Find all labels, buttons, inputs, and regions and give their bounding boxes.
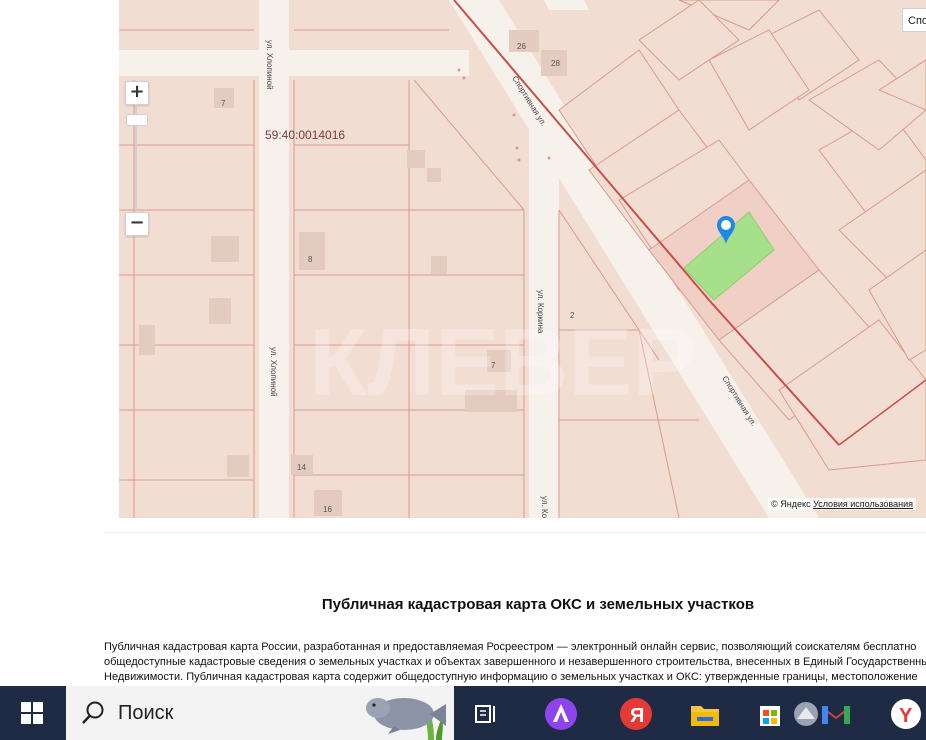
house-number: 14: [297, 463, 306, 472]
zoom-slider-thumb[interactable]: [126, 114, 148, 126]
house-number: 26: [517, 42, 526, 51]
house-number: 2: [570, 311, 575, 320]
terms-link[interactable]: Условия использования: [813, 499, 913, 509]
street-label: ул. Хлопиной: [269, 347, 278, 397]
copyright-text: © Яндекс: [771, 499, 811, 509]
zoom-out-button[interactable]: −: [125, 212, 149, 236]
house-number: 7: [221, 99, 226, 108]
manatee-art-icon: [366, 698, 446, 734]
alice-assistant-icon[interactable]: [541, 694, 581, 734]
taskbar-search-box[interactable]: Поиск: [66, 686, 454, 740]
house-number: 7: [491, 361, 496, 370]
svg-text:Я: Я: [630, 705, 644, 727]
article-title: Публичная кадастровая карта ОКС и земель…: [321, 596, 755, 613]
article-line: Недвижимости. Публичная кадастровая карт…: [104, 671, 918, 683]
watermark: КЛЕВЕР: [309, 309, 696, 416]
file-explorer-icon[interactable]: [685, 694, 725, 734]
article-line: Публичная кадастровая карта России, разр…: [104, 641, 917, 653]
cadastral-map[interactable]: КЛЕВЕР 59:40:0014016 26 28 7 8 2 7 14 16…: [119, 0, 926, 518]
street-label: ул. Коркина: [536, 290, 545, 334]
yandex-icon[interactable]: Y: [886, 694, 926, 734]
microsoft-store-icon[interactable]: [750, 694, 790, 734]
svg-text:Y: Y: [899, 705, 913, 727]
house-number: 28: [551, 59, 560, 68]
street-label: ул. Ко: [540, 496, 549, 518]
buildings: [139, 30, 567, 516]
start-button[interactable]: [0, 686, 64, 740]
street-label: ул. Хлопиной: [265, 40, 274, 90]
taskbar: Поиск Я Y: [0, 686, 926, 740]
article-body: Публичная кадастровая карта России, разр…: [104, 640, 926, 685]
map-canvas[interactable]: КЛЕВЕР 59:40:0014016 26 28 7 8 2 7 14 16…: [119, 0, 926, 518]
map-layer-button[interactable]: Спо: [902, 8, 926, 32]
map-copyright: © Яндекс Условия использования: [768, 498, 916, 510]
gmail-icon[interactable]: [816, 694, 856, 734]
article-line: общедоступные кадастровые сведения о зем…: [104, 656, 926, 668]
search-placeholder: Поиск: [118, 702, 174, 724]
zoom-in-button[interactable]: +: [125, 81, 149, 105]
search-icon: [82, 701, 104, 724]
yandex-browser-icon[interactable]: Я: [616, 694, 656, 734]
parcel-id-label: 59:40:0014016: [265, 128, 345, 142]
task-view-icon[interactable]: [466, 694, 506, 734]
house-number: 16: [323, 505, 332, 514]
windows-logo-icon: [21, 702, 43, 724]
house-number: 8: [308, 255, 313, 264]
road-horizontal: [119, 50, 469, 76]
